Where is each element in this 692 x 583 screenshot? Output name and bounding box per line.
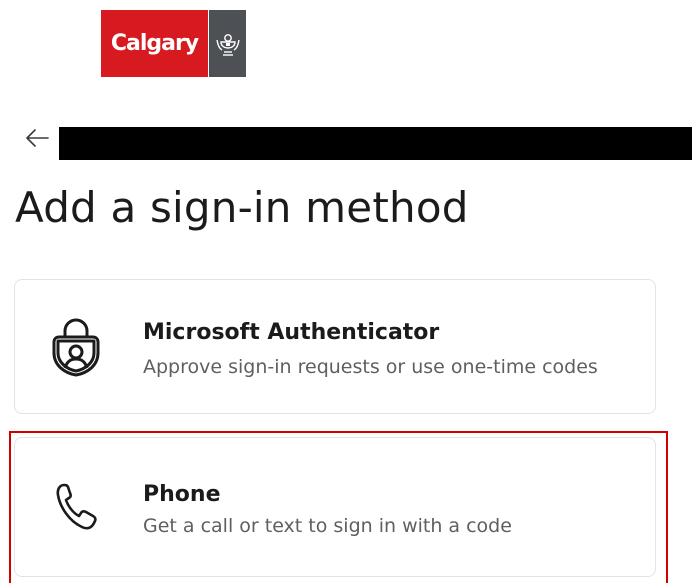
method-title: Phone bbox=[143, 482, 221, 507]
method-title: Microsoft Authenticator bbox=[143, 320, 440, 345]
page-title: Add a sign-in method bbox=[15, 183, 469, 232]
back-button[interactable] bbox=[24, 126, 52, 150]
method-description: Get a call or text to sign in with a cod… bbox=[143, 515, 512, 537]
logo-wordmark-panel: Calgary bbox=[101, 10, 208, 77]
redacted-account-bar bbox=[59, 127, 692, 160]
city-seal-icon bbox=[208, 10, 246, 77]
method-option-authenticator[interactable]: Microsoft Authenticator Approve sign-in … bbox=[14, 279, 656, 414]
arrow-left-icon bbox=[26, 129, 49, 147]
sign-in-method-page: Calgary Add a sign-in method Microsoft A… bbox=[0, 0, 692, 583]
authenticator-lock-icon bbox=[47, 316, 105, 378]
method-option-phone[interactable]: Phone Get a call or text to sign in with… bbox=[14, 437, 656, 577]
logo-wordmark: Calgary bbox=[110, 31, 199, 56]
phone-icon bbox=[47, 476, 105, 538]
calgary-logo: Calgary bbox=[101, 10, 246, 77]
method-description: Approve sign-in requests or use one-time… bbox=[143, 356, 598, 378]
